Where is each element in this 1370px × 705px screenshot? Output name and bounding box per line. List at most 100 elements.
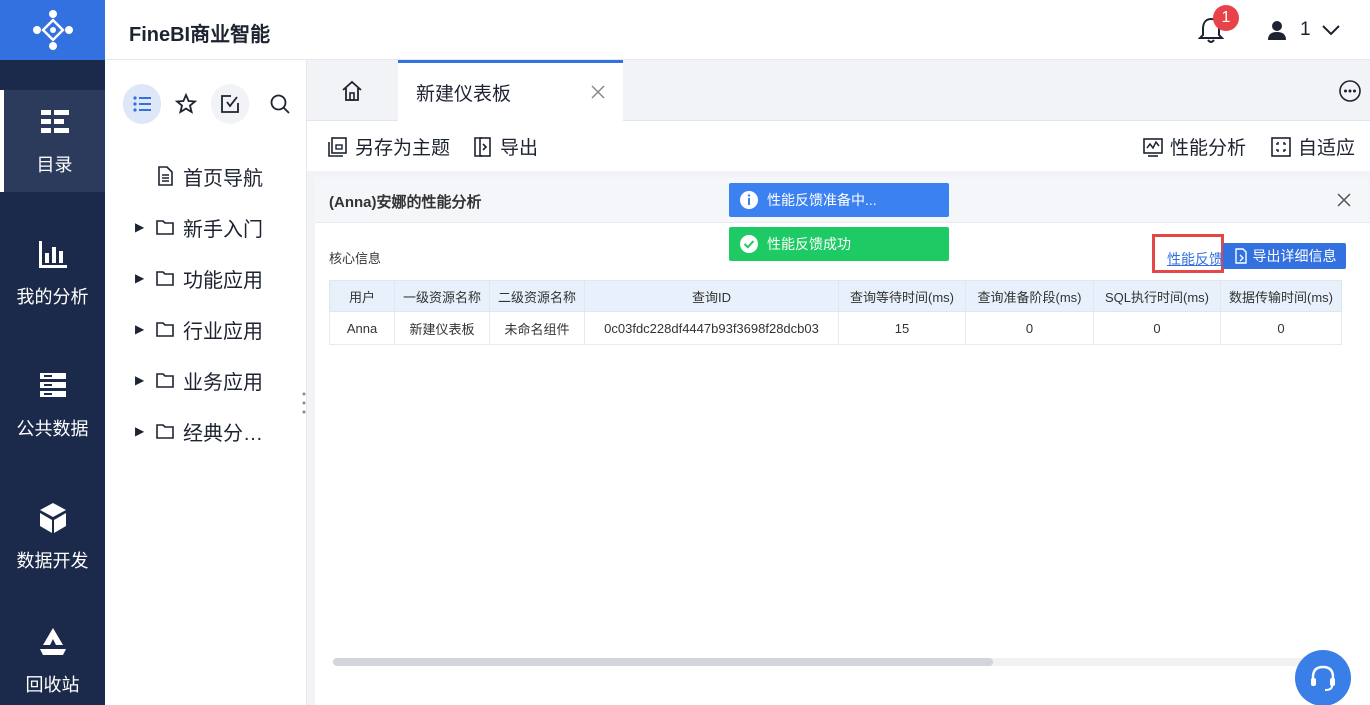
tab-home[interactable]	[307, 60, 397, 121]
caret-right-icon[interactable]: ▶	[135, 373, 147, 387]
folder-icon	[156, 271, 174, 286]
logo-icon	[32, 10, 73, 50]
tab-shared[interactable]	[211, 84, 249, 124]
nav-item-data-dev[interactable]: 数据开发	[0, 486, 105, 588]
tree-item-label: 行业应用	[183, 320, 263, 343]
tree-item-feature-apps[interactable]: ▶ 功能应用	[135, 263, 263, 293]
performance-icon	[1143, 137, 1163, 157]
nav-label: 目录	[36, 155, 73, 175]
tree-item-industry-apps[interactable]: ▶ 行业应用	[135, 314, 263, 344]
adaptive-button[interactable]: 自适应	[1270, 133, 1355, 160]
folder-icon	[156, 424, 174, 439]
tree-item-label: 业务应用	[183, 371, 263, 394]
user-icon[interactable]	[1267, 20, 1287, 40]
catalog-icon	[40, 110, 69, 133]
tree-item-home-nav[interactable]: 首页导航	[135, 161, 263, 191]
folder-icon	[156, 373, 174, 388]
dialog-title: (Anna)安娜的性能分析	[329, 194, 482, 211]
column-header[interactable]: 用户	[329, 280, 395, 312]
tab-favorites[interactable]	[167, 84, 205, 124]
performance-analysis-button[interactable]: 性能分析	[1142, 133, 1246, 160]
nav-label: 公共数据	[16, 419, 89, 439]
caret-right-icon[interactable]: ▶	[135, 424, 147, 438]
help-button[interactable]	[1295, 650, 1351, 705]
nav-label: 数据开发	[16, 551, 89, 571]
table-header-row: 用户 一级资源名称 二级资源名称 查询ID 查询等待时间(ms) 查询准备阶段(…	[329, 280, 1342, 312]
tree-item-classic-analysis[interactable]: ▶ 经典分…	[135, 416, 263, 446]
export-icon	[474, 136, 491, 157]
user-name[interactable]: 1	[1300, 19, 1311, 41]
caret-right-icon[interactable]: ▶	[135, 271, 147, 285]
folder-icon	[156, 322, 174, 337]
tab-bar: 新建仪表板	[307, 60, 1370, 121]
table-row[interactable]: Anna 新建仪表板 未命名组件 0c03fdc228df4447b93f369…	[329, 311, 1342, 345]
database-icon	[39, 373, 66, 397]
more-icon[interactable]	[1338, 79, 1362, 103]
tree-item-label: 新手入门	[183, 218, 263, 241]
performance-feedback-link[interactable]: 性能反馈	[1165, 247, 1225, 271]
chevron-down-icon[interactable]	[1321, 22, 1341, 38]
directory-panel: 首页导航 ▶ 新手入门 ▶ 功能应用 ▶ 行业应用 ▶ 业务应用 ▶ 经典分…	[105, 60, 307, 705]
theme-icon	[328, 136, 347, 157]
column-header[interactable]: 数据传输时间(ms)	[1220, 280, 1342, 312]
button-label: 性能分析	[1170, 138, 1247, 159]
column-header[interactable]: 查询准备阶段(ms)	[965, 280, 1094, 312]
tree-item-getting-started[interactable]: ▶ 新手入门	[135, 212, 263, 242]
top-header: FineBI商业智能 1 1	[105, 0, 1370, 60]
column-header[interactable]: 查询ID	[584, 280, 839, 312]
table-cell: 0	[1220, 311, 1342, 345]
nav-item-catalog[interactable]: 目录	[0, 90, 105, 192]
tree-item-label: 首页导航	[183, 167, 263, 190]
app-title: FineBI商业智能	[129, 24, 271, 46]
table-cell: 0c03fdc228df4447b93f3698f28dcb03	[584, 311, 839, 345]
table-cell: 0	[1093, 311, 1221, 345]
nav-label: 回收站	[25, 675, 80, 695]
nav-label: 我的分析	[16, 287, 89, 307]
nav-item-recycle[interactable]: 回收站	[0, 610, 105, 705]
performance-dialog: (Anna)安娜的性能分析 性能反馈准备中... 性能反馈成功 核心信息 性能反…	[315, 177, 1370, 705]
scrollbar-thumb[interactable]	[333, 658, 993, 666]
file-icon	[158, 166, 173, 186]
tree-item-business-apps[interactable]: ▶ 业务应用	[135, 365, 263, 395]
caret-right-icon[interactable]: ▶	[135, 220, 147, 234]
save-as-theme-button[interactable]: 另存为主题	[327, 133, 450, 160]
column-header[interactable]: 二级资源名称	[489, 280, 585, 312]
column-header[interactable]: SQL执行时间(ms)	[1093, 280, 1221, 312]
close-icon[interactable]	[589, 83, 607, 101]
core-info-label: 核心信息	[329, 251, 382, 266]
toast-text: 性能反馈成功	[767, 236, 851, 252]
export-details-button[interactable]: 导出详细信息	[1223, 243, 1346, 269]
horizontal-scrollbar[interactable]	[333, 658, 1343, 666]
tab-directory-list[interactable]	[123, 84, 161, 124]
column-header[interactable]: 查询等待时间(ms)	[838, 280, 966, 312]
folder-icon	[156, 220, 174, 235]
adaptive-icon	[1271, 136, 1291, 157]
button-label: 导出	[500, 138, 539, 159]
caret-right-icon[interactable]: ▶	[135, 322, 147, 336]
button-label: 另存为主题	[355, 138, 451, 159]
toast-preparing: 性能反馈准备中...	[729, 183, 949, 217]
table-cell: 新建仪表板	[394, 311, 490, 345]
table-cell: 未命名组件	[489, 311, 585, 345]
export-button[interactable]: 导出	[472, 133, 538, 160]
recycle-icon	[39, 628, 66, 655]
dashboard-toolbar: 另存为主题 导出 性能分析 自适应	[307, 121, 1370, 171]
cube-icon	[39, 503, 66, 533]
nav-item-public-data[interactable]: 公共数据	[0, 354, 105, 456]
list-icon	[133, 96, 151, 112]
nav-item-my-analysis[interactable]: 我的分析	[0, 222, 105, 324]
table-cell: Anna	[329, 311, 395, 345]
column-header[interactable]: 一级资源名称	[394, 280, 490, 312]
directory-tabs	[123, 84, 299, 124]
tab-new-dashboard[interactable]: 新建仪表板	[398, 60, 623, 121]
logo[interactable]	[0, 0, 105, 60]
chart-icon	[38, 241, 67, 268]
toast-success: 性能反馈成功	[729, 227, 949, 261]
export-file-icon	[1234, 248, 1247, 264]
notification-badge: 1	[1213, 5, 1239, 31]
tab-search[interactable]	[261, 84, 299, 124]
table-cell: 15	[838, 311, 966, 345]
close-icon[interactable]	[1336, 192, 1352, 208]
left-nav: 目录 我的分析 公共数据 数据开发 回收站	[0, 0, 105, 705]
search-icon	[270, 94, 290, 114]
